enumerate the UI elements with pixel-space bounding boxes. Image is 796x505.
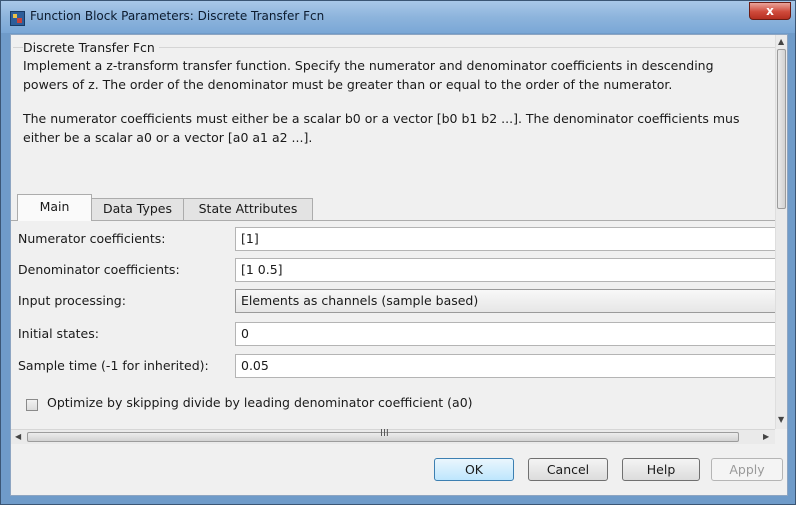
input-processing-label: Input processing: [18, 293, 126, 308]
tab-main[interactable]: Main [17, 194, 92, 221]
tab-state-attributes[interactable]: State Attributes [183, 198, 313, 220]
optimize-checkbox[interactable] [26, 399, 38, 411]
denominator-field[interactable]: [1 0.5] [235, 258, 775, 282]
scroll-right-icon[interactable]: ▶ [763, 432, 769, 441]
scroll-grip-icon: III [380, 428, 389, 439]
dialog-client: Discrete Transfer Fcn Implement a z-tran… [10, 34, 788, 496]
description-line: Implement a z-transform transfer functio… [23, 58, 714, 73]
initial-states-field[interactable]: 0 [235, 322, 775, 346]
apply-button[interactable]: Apply [711, 458, 783, 481]
vertical-scroll-thumb[interactable] [777, 49, 786, 209]
vertical-scrollbar[interactable]: ▲ ▼ [775, 35, 787, 429]
close-button[interactable]: x [749, 2, 791, 20]
scroll-up-icon[interactable]: ▲ [778, 37, 784, 46]
numerator-field[interactable]: [1] [235, 227, 775, 251]
simulink-block-icon [10, 11, 25, 26]
sample-time-label: Sample time (-1 for inherited): [18, 358, 209, 373]
horizontal-scroll-thumb[interactable]: III [27, 428, 739, 442]
description-line: powers of z. The order of the denominato… [23, 77, 673, 92]
sample-time-field[interactable]: 0.05 [235, 354, 775, 378]
scroll-left-icon[interactable]: ◀ [15, 432, 21, 441]
help-button[interactable]: Help [622, 458, 700, 481]
tab-data-types[interactable]: Data Types [91, 198, 184, 220]
horizontal-scrollbar[interactable]: ◀ III ▶ [11, 428, 775, 444]
ok-button[interactable]: OK [434, 458, 514, 481]
numerator-label: Numerator coefficients: [18, 231, 166, 246]
parameters-scroll-area: Discrete Transfer Fcn Implement a z-tran… [11, 35, 775, 429]
window-title: Function Block Parameters: Discrete Tran… [30, 9, 325, 23]
description-line: The numerator coefficients must either b… [23, 111, 740, 126]
initial-states-label: Initial states: [18, 326, 99, 341]
dialog-window: Function Block Parameters: Discrete Tran… [0, 0, 796, 505]
input-processing-value: Elements as channels (sample based) [241, 293, 479, 308]
title-bar[interactable]: Function Block Parameters: Discrete Tran… [1, 1, 795, 33]
denominator-label: Denominator coefficients: [18, 262, 180, 277]
block-name: Discrete Transfer Fcn [23, 40, 159, 55]
optimize-label: Optimize by skipping divide by leading d… [47, 395, 473, 410]
description-line: either be a scalar a0 or a vector [a0 a1… [23, 130, 313, 145]
input-processing-select[interactable]: Elements as channels (sample based) ▼ [235, 289, 775, 313]
scroll-down-icon[interactable]: ▼ [778, 415, 784, 424]
cancel-button[interactable]: Cancel [528, 458, 608, 481]
